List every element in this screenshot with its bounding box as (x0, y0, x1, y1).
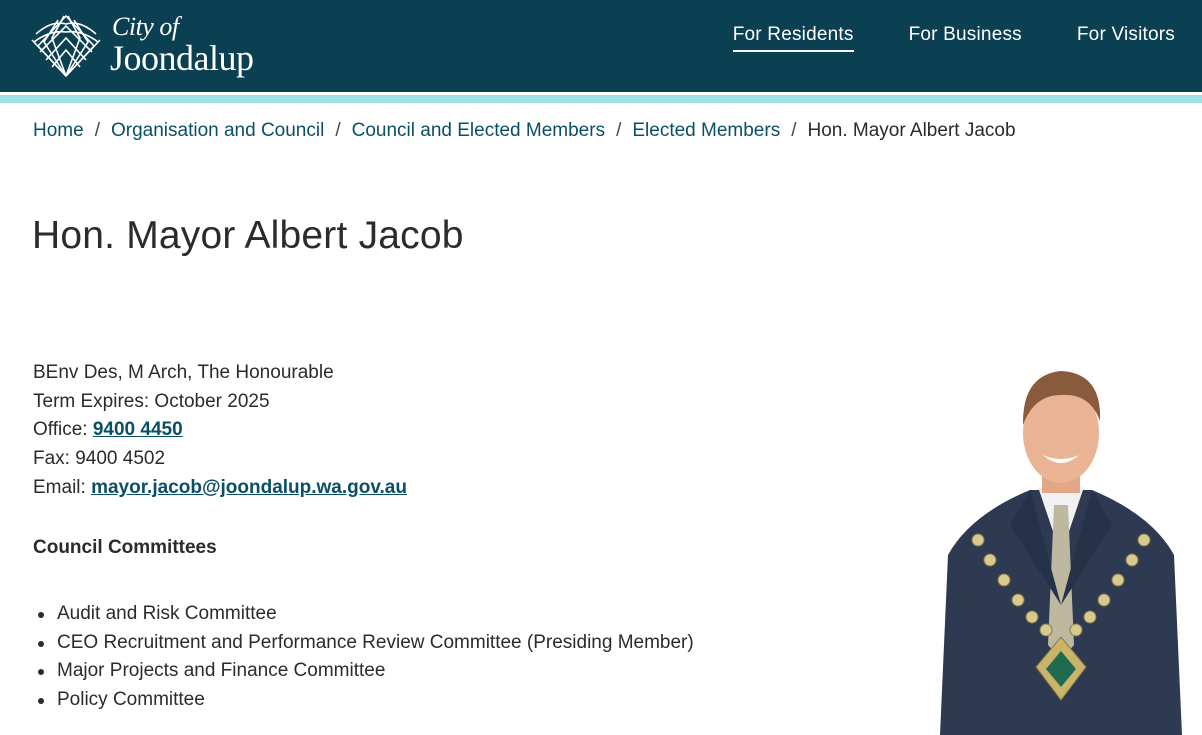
nav-for-residents[interactable]: For Residents (732, 24, 854, 52)
logo-line-city-of: City of (112, 12, 179, 41)
breadcrumb-home[interactable]: Home (33, 120, 84, 142)
page-title: Hon. Mayor Albert Jacob (32, 214, 464, 257)
fax-row: Fax: 9400 4502 (33, 448, 166, 470)
site-header: City of Joondalup For Residents For Busi… (0, 0, 1202, 92)
breadcrumb: Home / Organisation and Council / Counci… (33, 120, 1016, 142)
main-nav: For Residents For Business For Visitors (678, 24, 1175, 52)
email-link[interactable]: mayor.jacob@joondalup.wa.gov.au (91, 477, 407, 498)
email-label: Email: (33, 476, 92, 498)
email-row: Email: mayor.jacob@joondalup.wa.gov.au (33, 474, 407, 503)
qualifications: BEnv Des, M Arch, The Honourable (33, 362, 334, 383)
breadcrumb-separator: / (335, 120, 341, 141)
breadcrumb-separator: / (616, 120, 622, 141)
nav-for-visitors[interactable]: For Visitors (1077, 24, 1175, 52)
logo-text: City of Joondalup (110, 12, 254, 78)
logo-leaf-icon (31, 14, 101, 78)
mayor-portrait-image (940, 371, 1182, 735)
list-item: Policy Committee (38, 686, 694, 715)
committee-list: Audit and Risk Committee CEO Recruitment… (38, 600, 694, 715)
breadcrumb-current: Hon. Mayor Albert Jacob (807, 120, 1016, 141)
office-phone-link[interactable]: 9400 4450 (93, 419, 183, 440)
breadcrumb-separator: / (791, 120, 797, 141)
breadcrumb-council-and-elected-members[interactable]: Council and Elected Members (352, 120, 605, 142)
logo-line-joondalup: Joondalup (110, 38, 254, 78)
city-logo[interactable]: City of Joondalup (30, 10, 280, 80)
term-expiry: Term Expires: October 2025 (33, 390, 270, 412)
office-label: Office: (33, 419, 93, 441)
header-accent-stripe (0, 95, 1202, 103)
list-item: CEO Recruitment and Performance Review C… (38, 629, 694, 658)
committees-heading: Council Committees (33, 537, 217, 558)
breadcrumb-separator: / (94, 120, 100, 141)
list-item: Audit and Risk Committee (38, 600, 694, 629)
breadcrumb-organisation-and-council[interactable]: Organisation and Council (111, 120, 324, 142)
office-row: Office: 9400 4450 (33, 416, 407, 445)
nav-for-business[interactable]: For Business (909, 24, 1022, 52)
breadcrumb-elected-members[interactable]: Elected Members (632, 120, 780, 142)
member-details: BEnv Des, M Arch, The Honourable Term Ex… (33, 359, 407, 503)
list-item: Major Projects and Finance Committee (38, 657, 694, 686)
